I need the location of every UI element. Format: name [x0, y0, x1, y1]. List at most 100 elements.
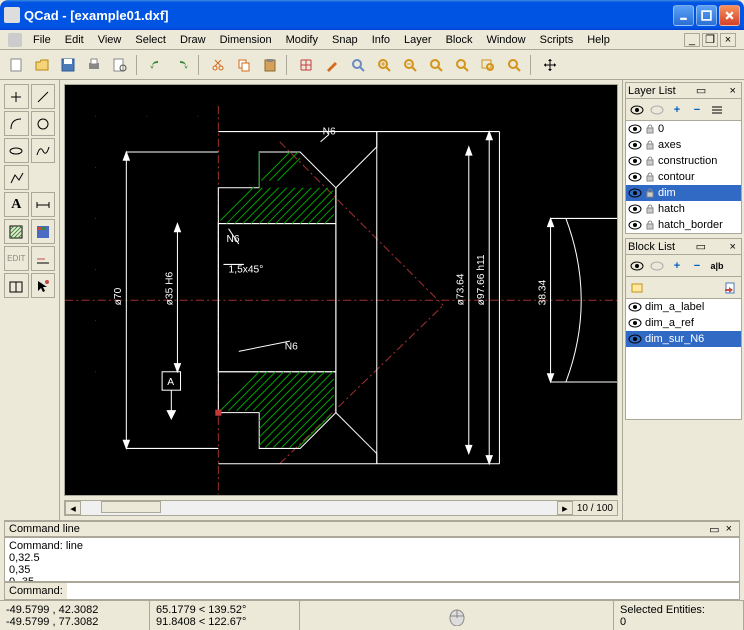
- layer-panel-close-button[interactable]: ×: [727, 85, 739, 97]
- tool-dimension[interactable]: [31, 192, 56, 217]
- tool-spline[interactable]: [31, 138, 56, 163]
- scroll-track[interactable]: [81, 501, 557, 515]
- open-button[interactable]: [30, 53, 54, 77]
- redo-button[interactable]: [170, 53, 194, 77]
- menu-view[interactable]: View: [91, 32, 129, 48]
- eye-icon: [628, 172, 642, 182]
- tool-modify[interactable]: [31, 246, 56, 271]
- command-input[interactable]: [67, 583, 739, 599]
- scroll-thumb[interactable]: [101, 501, 161, 513]
- menu-layer[interactable]: Layer: [397, 32, 439, 48]
- menu-modify[interactable]: Modify: [279, 32, 325, 48]
- zoom-pan-button[interactable]: [502, 53, 526, 77]
- layer-visible-all-icon[interactable]: [628, 101, 646, 119]
- mdi-close-button[interactable]: ×: [720, 33, 736, 47]
- tool-line[interactable]: [31, 84, 56, 109]
- layer-panel: Layer List▭× + − 0axesconstructioncontou…: [625, 82, 742, 234]
- tool-info[interactable]: [4, 273, 29, 298]
- undo-button[interactable]: [144, 53, 168, 77]
- command-panel-close-button[interactable]: ×: [723, 523, 735, 535]
- tool-point[interactable]: [4, 84, 29, 109]
- horizontal-scrollbar[interactable]: ◂ ▸ 10 / 100: [64, 500, 618, 516]
- tool-circle[interactable]: [31, 111, 56, 136]
- tool-arc[interactable]: [4, 111, 29, 136]
- menu-edit[interactable]: Edit: [58, 32, 91, 48]
- tool-ellipse[interactable]: [4, 138, 29, 163]
- layer-item[interactable]: contour: [626, 169, 741, 185]
- eye-icon: [628, 124, 642, 134]
- tool-text[interactable]: A: [4, 192, 29, 217]
- zoom-redraw-button[interactable]: [346, 53, 370, 77]
- menu-scripts[interactable]: Scripts: [533, 32, 581, 48]
- print-button[interactable]: [82, 53, 106, 77]
- status-polar-coord-1: 65.1779 < 139.52°: [156, 604, 293, 616]
- scroll-left-button[interactable]: ◂: [65, 501, 81, 515]
- paste-button[interactable]: [258, 53, 282, 77]
- tool-polyline[interactable]: [4, 165, 29, 190]
- copy-button[interactable]: [232, 53, 256, 77]
- menu-dimension[interactable]: Dimension: [213, 32, 279, 48]
- layer-hidden-all-icon[interactable]: [648, 101, 666, 119]
- maximize-button[interactable]: [696, 5, 717, 26]
- block-panel-dock-icon[interactable]: ▭: [693, 240, 709, 253]
- scroll-right-button[interactable]: ▸: [557, 501, 573, 515]
- layer-edit-button[interactable]: [708, 101, 726, 119]
- menu-file[interactable]: File: [26, 32, 58, 48]
- block-panel-close-button[interactable]: ×: [727, 241, 739, 253]
- tool-image[interactable]: [31, 219, 56, 244]
- menu-block[interactable]: Block: [439, 32, 480, 48]
- layer-panel-dock-icon[interactable]: ▭: [693, 84, 709, 97]
- block-item[interactable]: dim_sur_N6: [626, 331, 741, 347]
- layer-item[interactable]: hatch: [626, 201, 741, 217]
- zoom-scale: 10 / 100: [577, 503, 613, 514]
- eye-icon: [628, 302, 642, 312]
- zoom-in-button[interactable]: [372, 53, 396, 77]
- block-item[interactable]: dim_a_label: [626, 299, 741, 315]
- layer-item[interactable]: dim: [626, 185, 741, 201]
- menu-help[interactable]: Help: [580, 32, 617, 48]
- block-remove-button[interactable]: −: [688, 257, 706, 275]
- block-rename-button[interactable]: a|b: [708, 257, 726, 275]
- new-button[interactable]: [4, 53, 28, 77]
- drawing-canvas[interactable]: ø70 ø35 H6 1,5x45° ø73.64 ø97.66 h11 38.…: [64, 84, 618, 496]
- command-panel-dock-icon[interactable]: ▭: [706, 523, 722, 536]
- block-visible-all-icon[interactable]: [628, 257, 646, 275]
- grid-button[interactable]: [294, 53, 318, 77]
- menu-info[interactable]: Info: [365, 32, 397, 48]
- print-preview-button[interactable]: [108, 53, 132, 77]
- save-button[interactable]: [56, 53, 80, 77]
- layer-item[interactable]: construction: [626, 153, 741, 169]
- zoom-out-button[interactable]: [398, 53, 422, 77]
- block-edit-button[interactable]: [628, 279, 646, 297]
- menu-snap[interactable]: Snap: [325, 32, 365, 48]
- layer-remove-button[interactable]: −: [688, 101, 706, 119]
- mdi-minimize-button[interactable]: _: [684, 33, 700, 47]
- close-button[interactable]: [719, 5, 740, 26]
- command-prompt-label: Command:: [5, 585, 67, 597]
- layer-list[interactable]: 0axesconstructioncontourdimhatchhatch_bo…: [626, 121, 741, 233]
- block-list[interactable]: dim_a_labeldim_a_refdim_sur_N6: [626, 299, 741, 419]
- zoom-window-button[interactable]: [476, 53, 500, 77]
- menu-window[interactable]: Window: [479, 32, 532, 48]
- tool-select[interactable]: [31, 273, 56, 298]
- draft-button[interactable]: [320, 53, 344, 77]
- zoom-previous-button[interactable]: [450, 53, 474, 77]
- block-item[interactable]: dim_a_ref: [626, 315, 741, 331]
- layer-item[interactable]: axes: [626, 137, 741, 153]
- menu-select[interactable]: Select: [128, 32, 173, 48]
- layer-item[interactable]: 0: [626, 121, 741, 137]
- cut-button[interactable]: [206, 53, 230, 77]
- block-insert-button[interactable]: [721, 279, 739, 297]
- layer-add-button[interactable]: +: [668, 101, 686, 119]
- block-hidden-all-icon[interactable]: [648, 257, 666, 275]
- mdi-restore-button[interactable]: ❐: [702, 33, 718, 47]
- move-button[interactable]: [538, 53, 562, 77]
- menu-draw[interactable]: Draw: [173, 32, 213, 48]
- block-add-button[interactable]: +: [668, 257, 686, 275]
- layer-item[interactable]: hatch_border: [626, 217, 741, 233]
- minimize-button[interactable]: [673, 5, 694, 26]
- zoom-auto-button[interactable]: [424, 53, 448, 77]
- tool-hatch[interactable]: [4, 219, 29, 244]
- lock-icon: [645, 188, 655, 198]
- left-toolbox: A EDIT: [0, 80, 60, 520]
